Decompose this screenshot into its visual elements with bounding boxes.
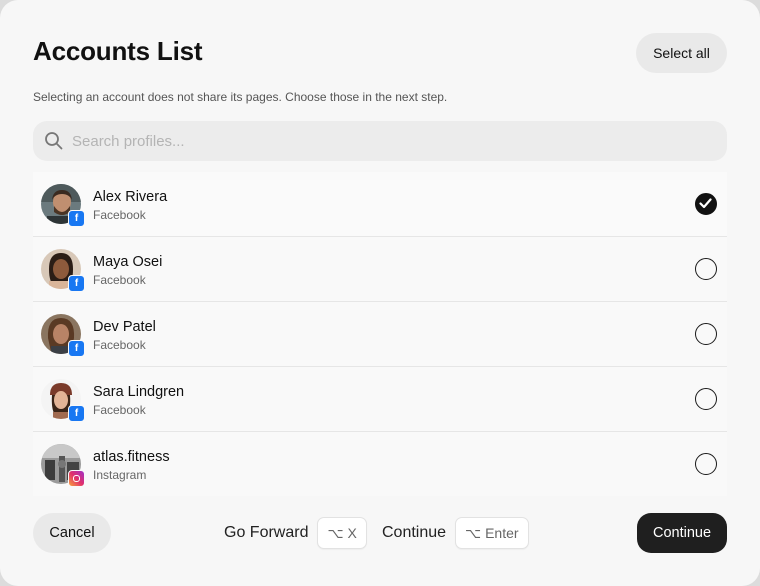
account-row[interactable]: f Dev Patel Facebook bbox=[33, 302, 727, 367]
select-all-button[interactable]: Select all bbox=[636, 33, 727, 73]
account-row[interactable]: f Maya Osei Facebook bbox=[33, 237, 727, 302]
account-checkbox[interactable] bbox=[695, 323, 717, 345]
account-checkbox[interactable] bbox=[695, 388, 717, 410]
search-icon bbox=[45, 132, 63, 150]
accounts-list: f Alex Rivera Facebook f Maya Osei Faceb… bbox=[33, 172, 727, 496]
account-name: Sara Lindgren bbox=[93, 384, 185, 400]
search-bar[interactable] bbox=[33, 121, 727, 161]
account-name: Alex Rivera bbox=[93, 189, 168, 205]
account-row[interactable]: f Alex Rivera Facebook bbox=[33, 172, 727, 237]
facebook-icon: f bbox=[68, 340, 85, 357]
dialog-subtitle: Selecting an account does not share its … bbox=[33, 90, 448, 104]
go-forward-shortcut: ⌥ X bbox=[317, 517, 367, 549]
account-row[interactable]: f Sara Lindgren Facebook bbox=[33, 367, 727, 432]
account-platform: Facebook bbox=[93, 338, 146, 352]
go-forward-label: Go Forward bbox=[224, 524, 309, 541]
account-checkbox[interactable] bbox=[695, 258, 717, 280]
continue-hint-label: Continue bbox=[382, 524, 447, 541]
continue-shortcut: ⌥ Enter bbox=[455, 517, 529, 549]
search-input[interactable] bbox=[70, 131, 674, 151]
go-forward-hint[interactable]: Go Forward ⌥ X bbox=[224, 517, 367, 549]
dialog-title: Accounts List bbox=[33, 36, 203, 66]
account-checkbox[interactable] bbox=[695, 453, 717, 475]
cancel-button[interactable]: Cancel bbox=[33, 513, 111, 553]
account-platform: Instagram bbox=[93, 468, 147, 482]
account-name: atlas.fitness bbox=[93, 449, 170, 465]
facebook-icon: f bbox=[68, 210, 85, 227]
account-platform: Facebook bbox=[93, 273, 146, 287]
continue-button[interactable]: Continue bbox=[637, 513, 727, 553]
account-row[interactable]: atlas.fitness Instagram bbox=[33, 432, 727, 496]
account-name: Maya Osei bbox=[93, 254, 163, 270]
continue-hint[interactable]: Continue ⌥ Enter bbox=[382, 517, 529, 549]
instagram-icon bbox=[68, 470, 85, 487]
accounts-list-dialog: Accounts List Select all Selecting an ac… bbox=[0, 0, 760, 586]
facebook-icon: f bbox=[68, 405, 85, 422]
account-platform: Facebook bbox=[93, 208, 146, 222]
account-platform: Facebook bbox=[93, 403, 146, 417]
account-name: Dev Patel bbox=[93, 319, 156, 335]
account-checkbox[interactable] bbox=[695, 193, 717, 215]
checkmark-icon bbox=[699, 198, 712, 209]
facebook-icon: f bbox=[68, 275, 85, 292]
